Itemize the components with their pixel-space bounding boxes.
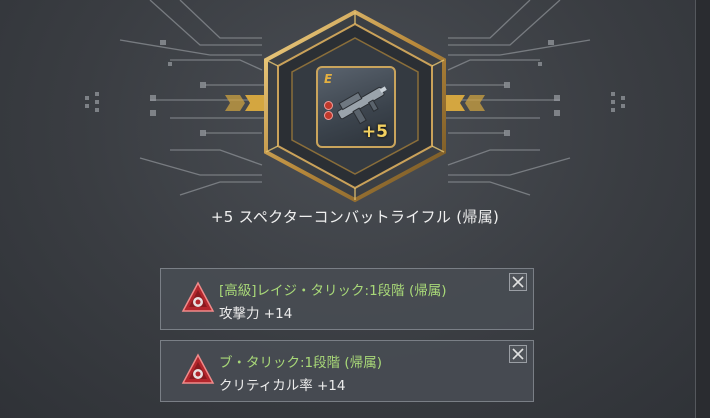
option-title: ブ・タリック:1段階 (帰属) bbox=[219, 355, 382, 371]
grade-letter: E bbox=[324, 72, 333, 86]
close-icon bbox=[512, 276, 524, 288]
red-tarik-gem-icon bbox=[181, 353, 215, 384]
option-stat: 攻撃力 +14 bbox=[219, 306, 293, 322]
close-icon bbox=[512, 348, 524, 360]
option-card: [高級]レイジ・タリック:1段階 (帰属) 攻撃力 +14 bbox=[160, 268, 534, 330]
option-card: ブ・タリック:1段階 (帰属) クリティカル率 +14 bbox=[160, 340, 534, 402]
enhance-level-badge: +5 bbox=[361, 122, 388, 142]
red-tarik-gem-icon bbox=[181, 281, 215, 312]
item-slot[interactable]: E +5 bbox=[316, 66, 396, 148]
item-name: +5 スペクターコンバットライフル (帰属) bbox=[210, 208, 500, 226]
option-stat: クリティカル率 +14 bbox=[219, 378, 346, 394]
rifle-icon bbox=[337, 86, 387, 125]
close-button[interactable] bbox=[509, 273, 527, 291]
close-button[interactable] bbox=[509, 345, 527, 363]
option-title: [高級]レイジ・タリック:1段階 (帰属) bbox=[219, 283, 447, 299]
